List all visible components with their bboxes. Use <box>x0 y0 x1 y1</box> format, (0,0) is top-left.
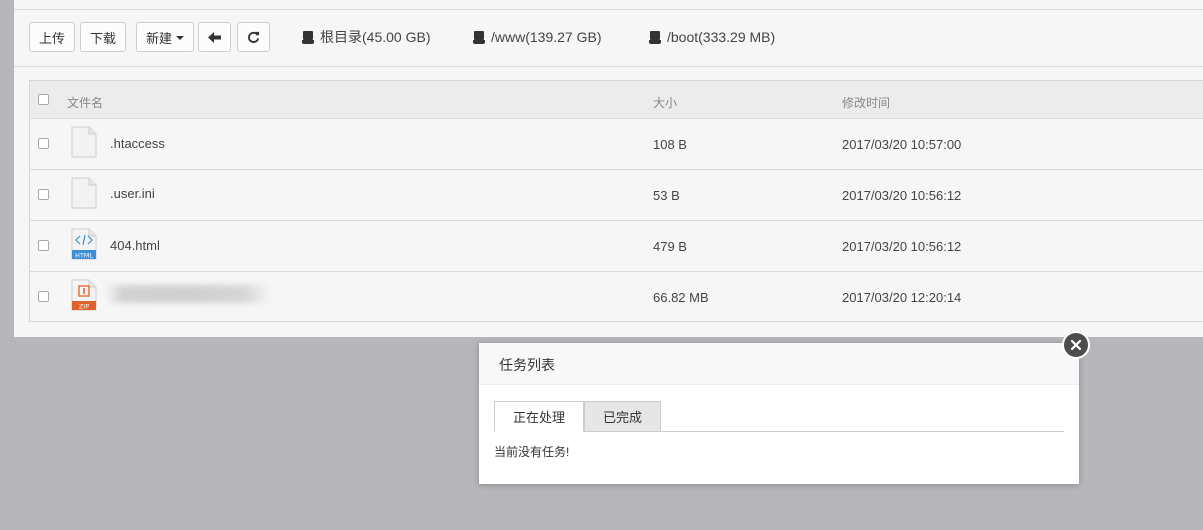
file-mtime: 2017/03/20 10:56:12 <box>842 188 962 203</box>
row-checkbox[interactable] <box>38 189 49 200</box>
hdd-icon <box>649 30 661 44</box>
html-file-icon: HTML <box>71 228 97 260</box>
disk-boot-link[interactable]: /boot(333.29 MB) <box>649 22 775 52</box>
refresh-icon <box>248 31 260 43</box>
select-all-checkbox[interactable] <box>38 94 49 105</box>
modal-close-button[interactable] <box>1062 331 1090 359</box>
back-button[interactable] <box>198 22 231 52</box>
row-checkbox[interactable] <box>38 138 49 149</box>
file-mtime: 2017/03/20 12:20:14 <box>842 290 962 305</box>
task-list-modal: 任务列表 正在处理 已完成 当前没有任务! <box>479 343 1079 484</box>
hdd-icon <box>473 30 485 44</box>
toolbar: 上传 下载 新建 根目录(45.00 GB) /www(139.27 GB) /… <box>29 22 1199 52</box>
file-size: 53 B <box>653 188 680 203</box>
row-checkbox[interactable] <box>38 291 49 302</box>
column-header-mtime[interactable]: 修改时间 <box>842 94 890 111</box>
disk-label: /www(139.27 GB) <box>491 29 602 45</box>
empty-task-message: 当前没有任务! <box>494 445 570 459</box>
table-row[interactable]: ZIP 66.82 MB 2017/03/20 12:20:14 <box>30 272 1203 323</box>
icon-badge-text: HTML <box>75 252 93 260</box>
file-size: 108 B <box>653 137 687 152</box>
tab-processing[interactable]: 正在处理 <box>494 401 584 432</box>
download-button[interactable]: 下载 <box>80 22 126 52</box>
new-dropdown-button[interactable]: 新建 <box>136 22 194 52</box>
new-button-label: 新建 <box>145 30 172 46</box>
divider <box>14 66 1203 67</box>
table-row[interactable]: .user.ini 53 B 2017/03/20 10:56:12 <box>30 170 1203 221</box>
table-header: 文件名 大小 修改时间 <box>30 81 1203 119</box>
file-icon <box>71 177 97 209</box>
table-row[interactable]: HTML 404.html 479 B 2017/03/20 10:56:12 <box>30 221 1203 272</box>
disk-www-link[interactable]: /www(139.27 GB) <box>473 22 601 52</box>
hdd-icon <box>302 30 314 44</box>
modal-title: 任务列表 <box>499 357 555 373</box>
refresh-button[interactable] <box>237 22 270 52</box>
modal-header: 任务列表 <box>479 343 1079 385</box>
table-row[interactable]: .htaccess 108 B 2017/03/20 10:57:00 <box>30 119 1203 170</box>
disk-root-link[interactable]: 根目录(45.00 GB) <box>302 22 430 52</box>
file-name[interactable]: .htaccess <box>110 136 165 151</box>
file-name-redacted[interactable] <box>105 285 270 303</box>
column-header-name[interactable]: 文件名 <box>67 94 103 111</box>
zip-file-icon: ZIP <box>71 279 97 311</box>
file-size: 66.82 MB <box>653 290 709 305</box>
close-icon <box>1070 339 1082 351</box>
column-header-size[interactable]: 大小 <box>653 94 677 111</box>
upload-button[interactable]: 上传 <box>29 22 75 52</box>
tab-completed[interactable]: 已完成 <box>584 401 661 432</box>
disk-label: /boot(333.29 MB) <box>667 29 776 45</box>
file-name[interactable]: .user.ini <box>110 186 155 201</box>
divider <box>14 9 1203 10</box>
disk-label: 根目录(45.00 GB) <box>320 29 431 45</box>
icon-badge-text: ZIP <box>79 303 89 311</box>
caret-down-icon <box>176 36 184 40</box>
file-mtime: 2017/03/20 10:56:12 <box>842 239 962 254</box>
file-mtime: 2017/03/20 10:57:00 <box>842 137 962 152</box>
arrow-left-icon <box>208 31 221 43</box>
file-name[interactable]: 404.html <box>110 238 160 253</box>
file-icon <box>71 126 97 158</box>
task-tabs: 正在处理 已完成 <box>494 401 1064 432</box>
file-size: 479 B <box>653 239 687 254</box>
row-checkbox[interactable] <box>38 240 49 251</box>
file-table: 文件名 大小 修改时间 .htaccess 108 B 2017/03/20 1… <box>29 80 1203 322</box>
